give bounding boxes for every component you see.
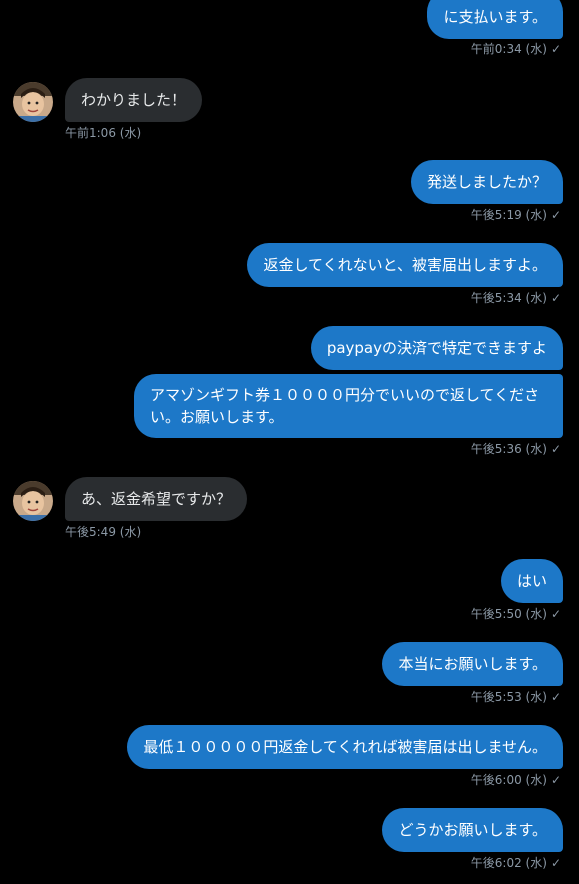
read-check-icon: ✓ xyxy=(550,690,561,704)
message-bubble-outgoing[interactable]: 発送しましたか？ xyxy=(410,160,563,204)
read-check-icon: ✓ xyxy=(550,208,561,222)
message-text: 返金してくれないと、被害届出しますよ。 xyxy=(263,256,547,274)
message-timestamp: 午後6:02 (水) ✓ xyxy=(470,856,561,870)
read-check-icon: ✓ xyxy=(550,291,561,305)
message-bubble-outgoing[interactable]: 最低１０００００円返金してくれれば被害届は出しません。 xyxy=(127,725,563,769)
avatar[interactable] xyxy=(13,82,53,122)
message-text: 本当にお願いします。 xyxy=(398,655,547,673)
message-timestamp: 午後5:50 (水) ✓ xyxy=(470,607,561,621)
message-timestamp: 午前1:06 (水) xyxy=(65,126,142,140)
message-text: アマゾンギフト券１００００円分でいいので返してください。お願いします。 xyxy=(150,386,540,426)
message-timestamp: 午後5:34 (水) ✓ xyxy=(470,291,561,305)
message-bubble-outgoing[interactable]: に支払います。 xyxy=(427,0,563,39)
message-timestamp: 午後5:53 (水) ✓ xyxy=(470,690,561,704)
message-text: あ、返金希望ですか？ xyxy=(81,490,232,508)
read-check-icon: ✓ xyxy=(550,773,561,787)
message-text: わかりました！ xyxy=(81,91,187,109)
message-bubble-incoming[interactable]: わかりました！ xyxy=(65,78,203,122)
message-text: 発送しましたか？ xyxy=(426,173,547,191)
message-text: に支払います。 xyxy=(443,8,547,26)
message-bubble-outgoing[interactable]: 本当にお願いします。 xyxy=(382,642,563,686)
message-timestamp: 午後5:36 (水) ✓ xyxy=(470,442,561,456)
message-bubble-incoming[interactable]: あ、返金希望ですか？ xyxy=(65,477,248,521)
message-text: はい xyxy=(516,572,547,590)
avatar[interactable] xyxy=(13,481,53,521)
read-check-icon: ✓ xyxy=(550,42,561,56)
message-bubble-outgoing[interactable]: paypayの決済で特定できますよ xyxy=(310,326,563,370)
message-bubble-outgoing[interactable]: どうかお願いします。 xyxy=(382,808,563,852)
message-text: 最低１０００００円返金してくれれば被害届は出しません。 xyxy=(143,738,547,756)
message-timestamp: 午後5:49 (水) xyxy=(65,525,142,539)
read-check-icon: ✓ xyxy=(550,856,561,870)
message-bubble-outgoing[interactable]: アマゾンギフト券１００００円分でいいので返してください。お願いします。 xyxy=(134,374,563,438)
message-timestamp: 午後6:00 (水) ✓ xyxy=(470,773,561,787)
message-bubble-outgoing[interactable]: はい xyxy=(500,559,563,603)
read-check-icon: ✓ xyxy=(550,607,561,621)
message-timestamp: 午後5:19 (水) ✓ xyxy=(470,208,561,222)
message-text: どうかお願いします。 xyxy=(398,821,547,839)
message-timestamp: 午前0:34 (水) ✓ xyxy=(470,42,561,56)
read-check-icon: ✓ xyxy=(550,442,561,456)
message-bubble-outgoing[interactable]: 返金してくれないと、被害届出しますよ。 xyxy=(247,243,563,287)
message-text: paypayの決済で特定できますよ xyxy=(326,339,547,357)
